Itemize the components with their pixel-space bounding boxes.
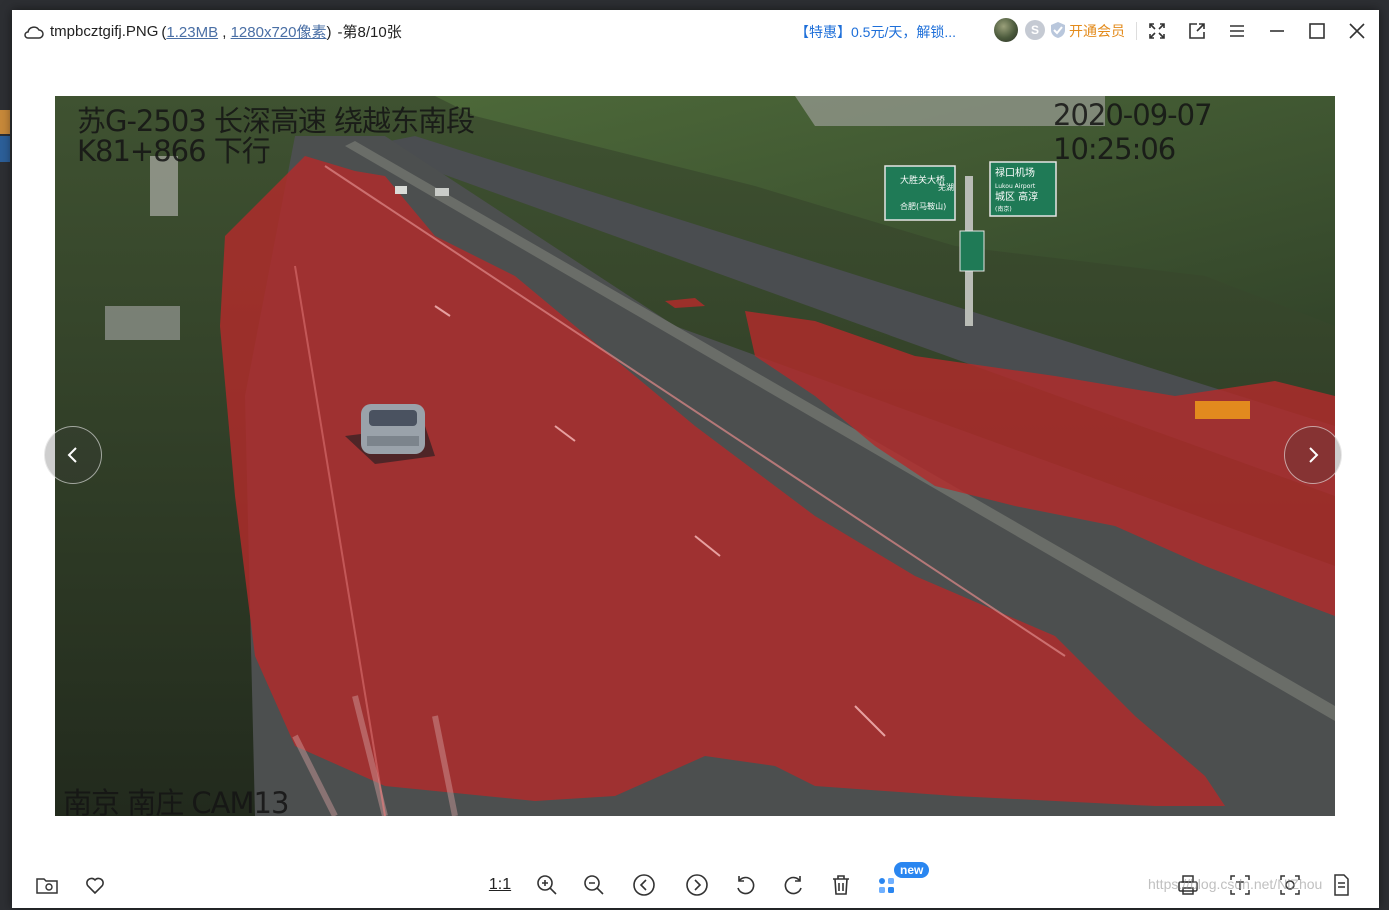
zoom-in-icon[interactable]	[534, 872, 560, 898]
previous-icon[interactable]	[631, 872, 657, 898]
open-membership-button[interactable]: 开通会员	[1069, 21, 1125, 41]
cloud-icon	[24, 24, 44, 40]
osd-timestamp: 2020-09-07 10:25:06	[1053, 98, 1213, 166]
open-folder-icon[interactable]	[34, 872, 60, 898]
prev-image-button[interactable]	[44, 426, 102, 484]
image-canvas[interactable]: 大胜关大桥 合肥(马鞍山) 芜湖 禄口机场 Lukou Airport 城区 高…	[55, 96, 1335, 816]
share-icon[interactable]	[1186, 20, 1208, 42]
favorite-heart-icon[interactable]	[82, 872, 108, 898]
svg-text:城区 高淳: 城区 高淳	[995, 190, 1038, 203]
actual-size-label: 1:1	[488, 876, 512, 893]
menu-icon[interactable]	[1226, 20, 1248, 42]
dimensions-link[interactable]: 1280x720像素	[231, 24, 327, 41]
watermark-text: https://blog.csdn.net/NiZhou	[1148, 876, 1323, 892]
new-badge: new	[894, 862, 930, 878]
title-bar: tmpbcztgifj.PNG (1.23MB , 1280x720像素) -第…	[12, 10, 1379, 52]
document-icon[interactable]	[1328, 872, 1354, 898]
rotate-right-icon[interactable]	[780, 872, 806, 898]
maximize-icon[interactable]	[1306, 20, 1328, 42]
comma-separator: ,	[222, 24, 227, 41]
chevron-right-icon	[1309, 447, 1319, 463]
image-position: -第8/10张	[337, 24, 402, 41]
backdrop-accent-blue	[0, 136, 10, 162]
osd-milepost: K81+866 下行	[77, 134, 271, 168]
road-sign-left: 大胜关大桥 合肥(马鞍山) 芜湖	[884, 165, 956, 221]
road-sign-right: 禄口机场 Lukou Airport 城区 高淳 (南京)	[989, 161, 1057, 217]
fullscreen-icon[interactable]	[1146, 20, 1168, 42]
minimize-icon[interactable]	[1266, 20, 1288, 42]
svg-text:禄口机场: 禄口机场	[995, 166, 1035, 179]
image-viewer-window: tmpbcztgifj.PNG (1.23MB , 1280x720像素) -第…	[12, 10, 1379, 908]
segmentation-image: 大胜关大桥 合肥(马鞍山) 芜湖 禄口机场 Lukou Airport 城区 高…	[55, 96, 1335, 816]
vip-shield-icon[interactable]	[1048, 20, 1068, 45]
svg-text:Lukou Airport: Lukou Airport	[995, 183, 1036, 190]
close-icon[interactable]	[1346, 20, 1368, 42]
delete-icon[interactable]	[828, 872, 854, 898]
actual-size-button[interactable]: 1:1	[487, 872, 513, 898]
file-name: tmpbcztgifj.PNG	[50, 23, 159, 40]
rotate-left-icon[interactable]	[733, 872, 759, 898]
file-size-link[interactable]: 1.23MB	[166, 24, 218, 41]
file-title: tmpbcztgifj.PNG (1.23MB , 1280x720像素) -第…	[24, 21, 402, 42]
topbar-divider	[1136, 22, 1137, 40]
zoom-out-icon[interactable]	[581, 872, 607, 898]
svg-text:合肥(马鞍山): 合肥(马鞍山)	[900, 201, 946, 211]
next-image-button[interactable]	[1284, 426, 1342, 484]
osd-camera: 南京 南庄 CAM13	[63, 786, 289, 816]
avatar[interactable]	[994, 18, 1018, 42]
chevron-left-icon	[67, 447, 77, 463]
svg-text:芜湖: 芜湖	[938, 182, 954, 192]
vip-s-badge[interactable]: S	[1025, 20, 1045, 40]
backdrop-accent-orange	[0, 110, 10, 134]
promo-link[interactable]: 【特惠】0.5元/天，解锁...	[795, 22, 956, 42]
paren-close: )	[326, 24, 332, 41]
svg-text:(南京): (南京)	[995, 205, 1012, 213]
next-icon[interactable]	[684, 872, 710, 898]
